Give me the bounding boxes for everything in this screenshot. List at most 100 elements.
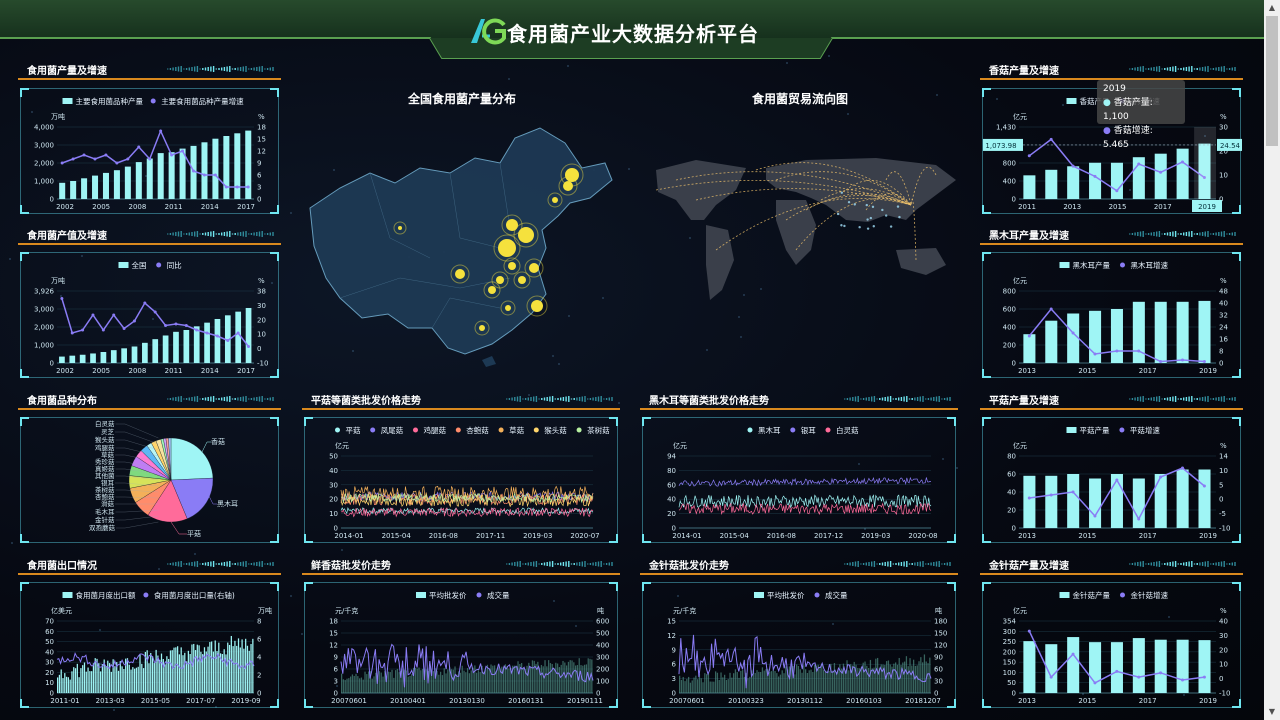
volume-bar[interactable]: [441, 675, 444, 693]
volume-bar[interactable]: [501, 666, 503, 693]
line-point[interactable]: [1202, 484, 1206, 488]
line-point[interactable]: [1202, 675, 1206, 679]
volume-bar[interactable]: [191, 644, 193, 693]
line-point[interactable]: [1115, 349, 1119, 353]
volume-bar[interactable]: [189, 654, 191, 693]
volume-bar[interactable]: [907, 666, 909, 693]
volume-bar[interactable]: [250, 644, 252, 693]
line-point[interactable]: [1049, 137, 1053, 141]
line-point[interactable]: [1049, 675, 1053, 679]
volume-bar[interactable]: [715, 671, 717, 693]
bar[interactable]: [1154, 301, 1167, 363]
line-point[interactable]: [1027, 629, 1031, 633]
line-point[interactable]: [1115, 478, 1119, 482]
volume-bar[interactable]: [887, 660, 890, 693]
bar[interactable]: [1110, 162, 1123, 199]
volume-bar[interactable]: [239, 647, 241, 693]
line-point[interactable]: [215, 334, 219, 338]
volume-bar[interactable]: [868, 668, 870, 693]
volume-bar[interactable]: [92, 663, 95, 693]
volume-bar[interactable]: [922, 662, 924, 693]
volume-bar[interactable]: [557, 663, 559, 693]
volume-bar[interactable]: [146, 650, 148, 693]
bar[interactable]: [110, 350, 117, 363]
volume-bar[interactable]: [826, 670, 828, 693]
volume-bar[interactable]: [69, 679, 71, 693]
volume-bar[interactable]: [380, 672, 382, 693]
bar[interactable]: [1110, 309, 1123, 363]
volume-bar[interactable]: [871, 668, 873, 693]
line-point[interactable]: [235, 185, 239, 189]
map-dot-5[interactable]: [529, 263, 539, 273]
legend-item-0[interactable]: 主要食用菌品种产量: [62, 96, 144, 106]
volume-bar[interactable]: [405, 670, 408, 693]
volume-bar[interactable]: [105, 666, 107, 693]
chart-p12[interactable]: 平均批发价 成交量元/千克 吨151296301801501209060300200…: [643, 583, 957, 709]
line-point[interactable]: [1137, 517, 1141, 521]
volume-bar[interactable]: [230, 635, 232, 693]
bar[interactable]: [173, 331, 179, 363]
volume-bar[interactable]: [812, 671, 814, 693]
volume-bar[interactable]: [702, 682, 704, 693]
volume-bar[interactable]: [488, 668, 490, 693]
volume-bar[interactable]: [391, 669, 393, 693]
volume-bar[interactable]: [57, 677, 59, 693]
line-point[interactable]: [1159, 475, 1163, 479]
volume-bar[interactable]: [248, 650, 250, 693]
volume-bar[interactable]: [713, 681, 715, 693]
volume-bar[interactable]: [432, 671, 435, 693]
volume-bar[interactable]: [470, 670, 472, 693]
line-point[interactable]: [1181, 678, 1185, 682]
line-point[interactable]: [1027, 496, 1031, 500]
line-point[interactable]: [1049, 493, 1053, 497]
volume-bar[interactable]: [398, 672, 400, 693]
chart-p6[interactable]: 金针菇产量 金针菇增速亿元 %354300250200150100500403020…: [983, 583, 1242, 709]
legend-item-4[interactable]: 草菇: [498, 425, 525, 435]
volume-bar[interactable]: [387, 671, 390, 693]
chart-p7[interactable]: 香菇黑木耳平菇白灵菇灵芝猴头菇鸡腿菇草菇秀珍菇真姬菇其他菌银耳茶树菇杏鲍菇滑菇毛…: [21, 418, 280, 544]
volume-bar[interactable]: [555, 662, 557, 693]
volume-bar[interactable]: [769, 671, 771, 693]
volume-bar[interactable]: [517, 661, 519, 693]
volume-bar[interactable]: [366, 674, 368, 693]
volume-bar[interactable]: [474, 665, 476, 693]
volume-bar[interactable]: [806, 672, 809, 693]
volume-bar[interactable]: [142, 668, 145, 693]
volume-bar[interactable]: [895, 662, 897, 693]
bar[interactable]: [113, 170, 120, 199]
volume-bar[interactable]: [375, 672, 377, 693]
volume-bar[interactable]: [837, 669, 839, 693]
volume-bar[interactable]: [797, 666, 800, 693]
bar[interactable]: [1132, 638, 1145, 693]
volume-bar[interactable]: [693, 677, 695, 693]
line-point[interactable]: [148, 157, 152, 161]
volume-bar[interactable]: [350, 676, 352, 693]
bar[interactable]: [1023, 475, 1036, 528]
volume-bar[interactable]: [549, 663, 552, 693]
volume-bar[interactable]: [776, 673, 778, 693]
volume-bar[interactable]: [227, 642, 229, 693]
legend-item-1[interactable]: 成交量: [814, 590, 848, 600]
volume-bar[interactable]: [425, 669, 427, 693]
line-point[interactable]: [1202, 360, 1206, 363]
bar[interactable]: [142, 342, 148, 363]
volume-bar[interactable]: [207, 646, 209, 693]
volume-bar[interactable]: [542, 666, 544, 693]
line-point[interactable]: [82, 153, 86, 157]
scrollbar-thumb[interactable]: [1266, 16, 1278, 146]
volume-bar[interactable]: [468, 673, 471, 693]
volume-bar[interactable]: [382, 676, 384, 693]
volume-bar[interactable]: [927, 663, 929, 693]
volume-bar[interactable]: [107, 660, 109, 693]
volume-bar[interactable]: [371, 678, 373, 693]
line-point[interactable]: [104, 153, 108, 157]
volume-bar[interactable]: [157, 655, 159, 693]
volume-bar[interactable]: [704, 673, 706, 693]
map-dot-9[interactable]: [488, 286, 496, 294]
bar[interactable]: [168, 152, 175, 199]
map-dot-6[interactable]: [508, 262, 516, 270]
volume-bar[interactable]: [132, 667, 134, 693]
bar[interactable]: [214, 318, 221, 363]
bar[interactable]: [69, 355, 76, 363]
volume-bar[interactable]: [378, 671, 381, 693]
